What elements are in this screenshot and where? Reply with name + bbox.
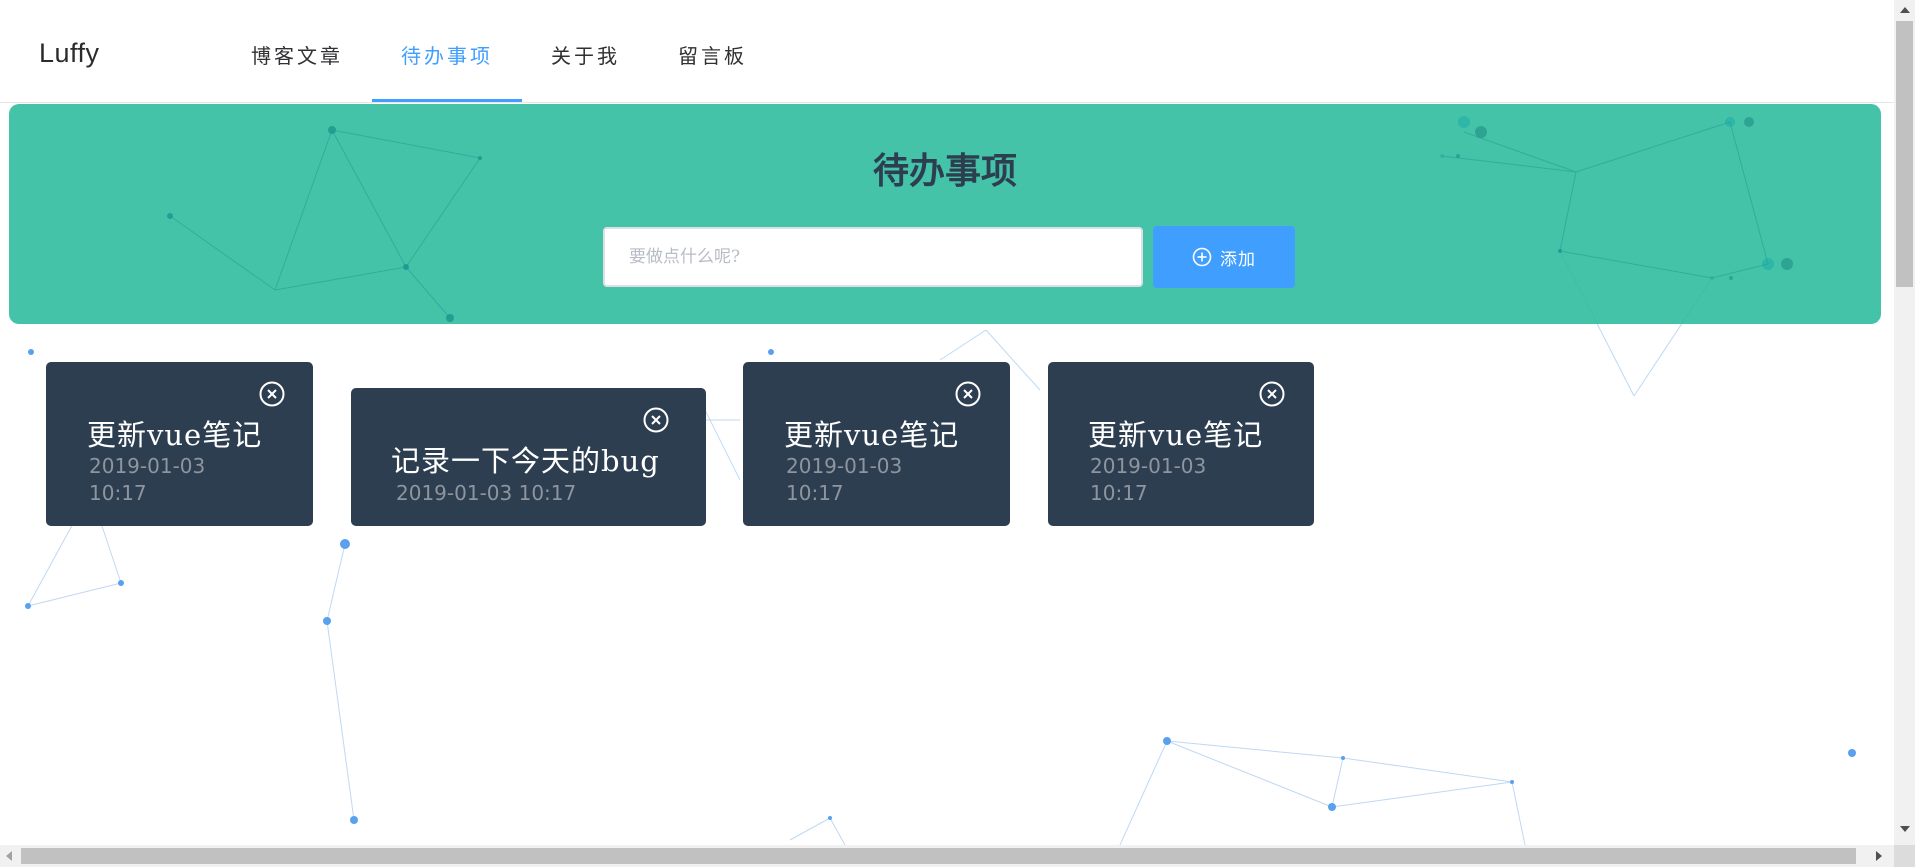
scroll-up-arrow-icon[interactable] — [1900, 7, 1910, 13]
scrollbar-corner — [1894, 845, 1915, 867]
nav-item-blog[interactable]: 博客文章 — [222, 0, 372, 100]
todo-datetime: 2019-01-03 10:17 — [396, 480, 576, 507]
horizontal-scrollbar[interactable] — [0, 845, 1894, 867]
page-title: 待办事项 — [872, 151, 1017, 192]
nav-item-about[interactable]: 关于我 — [522, 0, 649, 100]
horizontal-scroll-thumb[interactable] — [21, 848, 1856, 864]
todo-date: 2019-01-03 — [396, 481, 513, 505]
todo-card: 更新vue笔记 2019-01-03 10:17 — [1048, 362, 1314, 526]
vertical-scrollbar[interactable] — [1894, 0, 1915, 845]
todo-time: 10:17 — [786, 481, 844, 505]
todo-time: 10:17 — [1090, 481, 1148, 505]
page: Luffy 博客文章 待办事项 关于我 留言板 待办事项 要做点什么呢? 添加 … — [0, 0, 1915, 867]
scroll-left-arrow-icon[interactable] — [6, 851, 12, 861]
close-circle-icon[interactable] — [642, 406, 670, 434]
close-circle-icon[interactable] — [954, 380, 982, 408]
todo-card: 更新vue笔记 2019-01-03 10:17 — [46, 362, 313, 526]
todo-title: 更新vue笔记 — [87, 418, 263, 452]
todo-time: 10:17 — [89, 481, 147, 505]
site-logo[interactable]: Luffy — [39, 38, 100, 69]
todo-time: 10:17 — [518, 481, 577, 505]
todo-hero-banner: 待办事项 添加 — [9, 104, 1881, 324]
todo-date: 2019-01-03 — [89, 454, 206, 478]
close-circle-icon[interactable] — [258, 380, 286, 408]
todo-date: 2019-01-03 — [786, 454, 903, 478]
todo-input[interactable] — [603, 227, 1143, 287]
nav-item-todo[interactable]: 待办事项 — [372, 0, 522, 102]
vertical-scroll-thumb[interactable] — [1896, 21, 1913, 287]
top-navbar: Luffy 博客文章 待办事项 关于我 留言板 — [0, 0, 1894, 103]
main-nav: 博客文章 待办事项 关于我 留言板 — [222, 0, 776, 102]
todo-title: 更新vue笔记 — [784, 418, 960, 452]
hero-network-decoration — [167, 117, 1793, 322]
plus-circle-icon — [1192, 247, 1212, 267]
todo-title: 更新vue笔记 — [1088, 418, 1264, 452]
scroll-down-arrow-icon[interactable] — [1900, 826, 1910, 832]
todo-date: 2019-01-03 — [1090, 454, 1207, 478]
todo-card: 记录一下今天的bug 2019-01-03 10:17 — [351, 388, 706, 526]
scroll-right-arrow-icon[interactable] — [1876, 851, 1882, 861]
nav-item-guestbook[interactable]: 留言板 — [649, 0, 776, 100]
close-circle-icon[interactable] — [1258, 380, 1286, 408]
add-button-label: 添加 — [1220, 249, 1256, 270]
todo-title: 记录一下今天的bug — [391, 444, 660, 478]
todo-card: 更新vue笔记 2019-01-03 10:17 — [743, 362, 1010, 526]
add-button[interactable]: 添加 — [1153, 226, 1295, 288]
